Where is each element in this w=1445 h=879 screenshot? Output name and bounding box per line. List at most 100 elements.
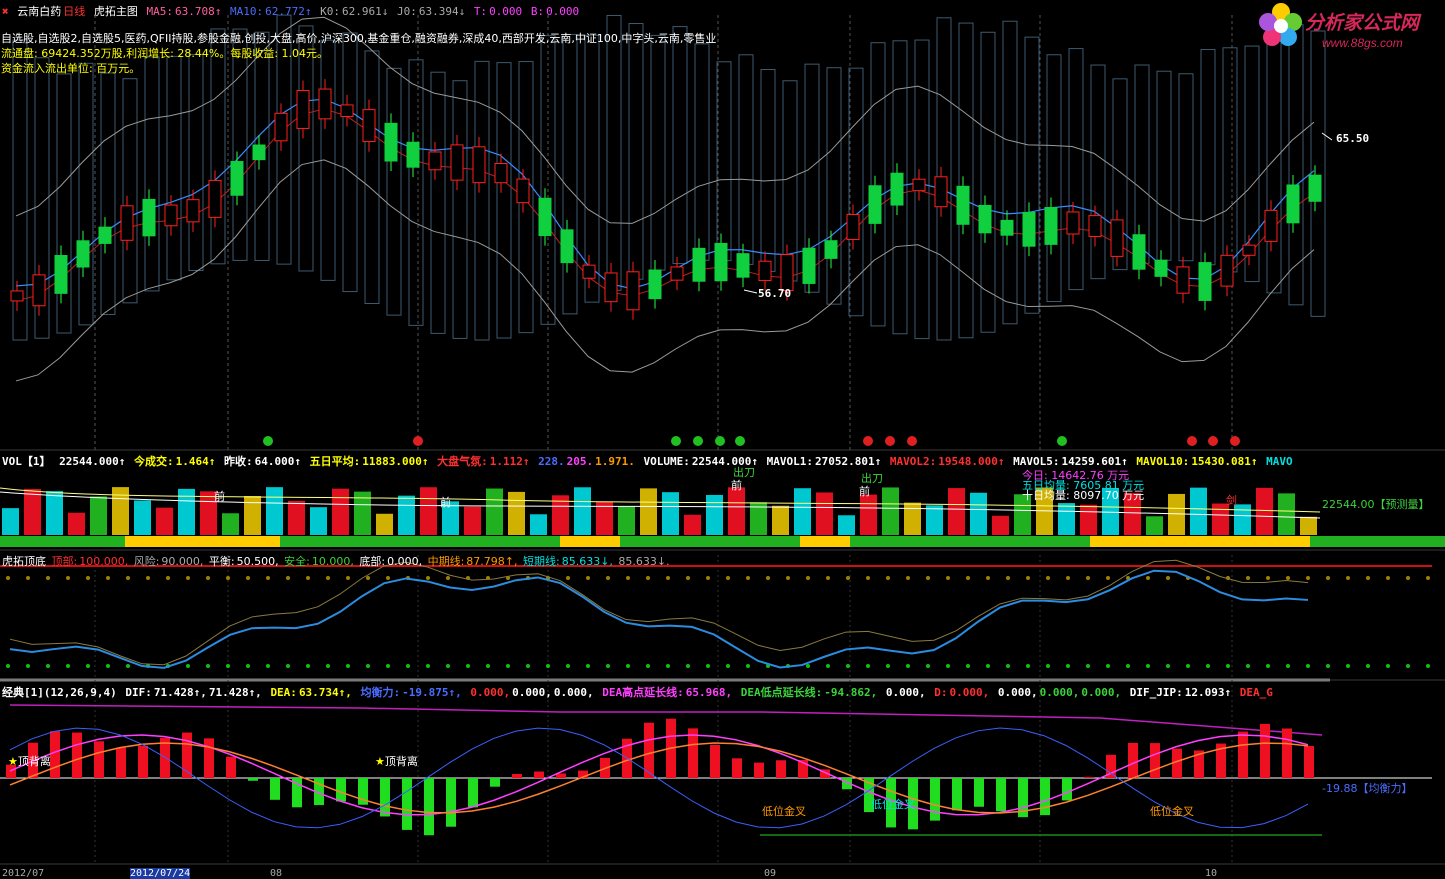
macd-histogram-bar xyxy=(996,778,1006,812)
signal-dot xyxy=(1230,436,1240,446)
dif-jip-label: DIF_JIP: xyxy=(1129,686,1183,699)
volume-bar xyxy=(464,506,481,535)
z6: 0.000, xyxy=(1039,686,1080,699)
range-bar xyxy=(452,80,468,339)
signal-dot xyxy=(1057,436,1067,446)
safe-dot xyxy=(1066,664,1070,668)
safe-dot xyxy=(206,664,210,668)
volume-label: VOLUME: xyxy=(643,455,690,468)
candle-body xyxy=(648,269,662,300)
safe-dot xyxy=(1426,664,1430,668)
signal-dot xyxy=(693,436,703,446)
safe-dot xyxy=(26,664,30,668)
risk-dot xyxy=(1086,576,1090,580)
signal-dot xyxy=(1208,436,1218,446)
range-bar xyxy=(716,61,732,262)
signal-dot xyxy=(735,436,745,446)
volume-bar xyxy=(882,487,899,535)
macd-header: 经典[1](12,26,9,4) DIF: 71.428↑, 71.428↑, DE… xyxy=(2,684,1275,700)
mavol1-label: MAVOL1: xyxy=(766,455,814,468)
safe-dot xyxy=(66,664,70,668)
risk-dot xyxy=(346,576,350,580)
range-bar xyxy=(672,26,688,265)
z2: 0.000, xyxy=(512,686,552,699)
candle-body xyxy=(538,197,552,237)
risk-dot xyxy=(66,576,70,580)
macd-histogram-bar xyxy=(1128,742,1138,778)
safe-dot xyxy=(1126,664,1130,668)
safe-dot xyxy=(866,664,870,668)
candle-body xyxy=(1000,219,1014,236)
range-bar xyxy=(364,50,380,304)
macd-histogram-bar xyxy=(974,778,984,807)
safe-dot xyxy=(746,664,750,668)
stock-chart-canvas[interactable] xyxy=(0,0,1445,879)
candle-body xyxy=(1220,254,1234,287)
signal-dot xyxy=(671,436,681,446)
top-divergence-text-2: 顶背离 xyxy=(384,755,418,768)
safe-dot xyxy=(466,664,470,668)
mavo-cut: MAVO xyxy=(1266,455,1293,468)
safe-dot xyxy=(826,664,830,668)
risk-dot xyxy=(1306,576,1310,580)
range-bar xyxy=(606,14,622,291)
candle-body xyxy=(868,185,882,224)
volume-bar xyxy=(530,514,547,535)
range-bar xyxy=(1090,64,1106,280)
candle-body xyxy=(846,213,860,240)
safe-dot xyxy=(106,664,110,668)
dif2-value: 71.428↑, xyxy=(208,686,262,699)
candle-body xyxy=(1242,244,1256,256)
float-info: 流通盘: 69424.352万股,利润增长: 28.44%。每股收益: 1.04… xyxy=(1,47,329,60)
t-label: T: xyxy=(473,5,488,18)
volume-bar xyxy=(24,489,41,535)
status-strip xyxy=(1310,536,1445,547)
range-bar xyxy=(342,32,358,293)
candle-body xyxy=(252,144,266,161)
macd-histogram-bar xyxy=(754,762,764,778)
safe-dot xyxy=(1106,664,1110,668)
date-cursor[interactable]: 2012/07/24 xyxy=(130,868,191,879)
risk-dot xyxy=(6,576,10,580)
safe-dot xyxy=(1326,664,1330,668)
risk-dot xyxy=(886,576,890,580)
x-icon[interactable]: ✖ xyxy=(2,5,9,18)
mavol10-value: 15430.081↑ xyxy=(1191,455,1258,468)
sector-list: 自选股,自选股2,自选股5,医药,QFII持股,参股金融,创投,大盘,高价,沪深… xyxy=(1,32,717,45)
macd-histogram-bar xyxy=(512,773,522,778)
flower-logo-icon xyxy=(1259,3,1302,46)
safe-dot xyxy=(586,664,590,668)
safe-dot xyxy=(1146,664,1150,668)
bottom-value: 0.000, xyxy=(387,555,423,568)
candle-body xyxy=(736,253,750,278)
risk-dot xyxy=(706,576,710,580)
macd-histogram-bar xyxy=(446,778,456,827)
candle-body xyxy=(714,242,728,282)
status-strip xyxy=(1090,536,1310,547)
risk-dot xyxy=(1366,576,1370,580)
candle-body xyxy=(186,199,200,223)
candle-body xyxy=(1132,234,1146,270)
status-strip xyxy=(280,536,560,547)
bal-value: -19.875↑, xyxy=(402,686,462,699)
avg5-value: 11883.000↑ xyxy=(362,455,429,468)
candle-body xyxy=(1110,219,1124,257)
risk-dot xyxy=(846,576,850,580)
safe-dot xyxy=(846,664,850,668)
d-value: 0.000, xyxy=(949,686,990,699)
top-divergence-text-1: 顶背离 xyxy=(17,755,51,768)
candle-body xyxy=(164,204,178,227)
candle-body xyxy=(1154,259,1168,277)
prev-label: 昨收: xyxy=(223,455,253,468)
volume-bar xyxy=(508,491,525,535)
candle-body xyxy=(296,89,310,129)
safe-dot xyxy=(706,664,710,668)
risk-dot xyxy=(126,576,130,580)
volume-bar xyxy=(706,494,723,535)
z7: 0.000, xyxy=(1081,686,1122,699)
candle-body xyxy=(54,255,68,294)
period-label[interactable]: 日线 xyxy=(63,5,85,18)
risk-dot xyxy=(766,576,770,580)
short-value: 85.633↓, xyxy=(561,555,613,568)
candle-body xyxy=(626,271,640,311)
